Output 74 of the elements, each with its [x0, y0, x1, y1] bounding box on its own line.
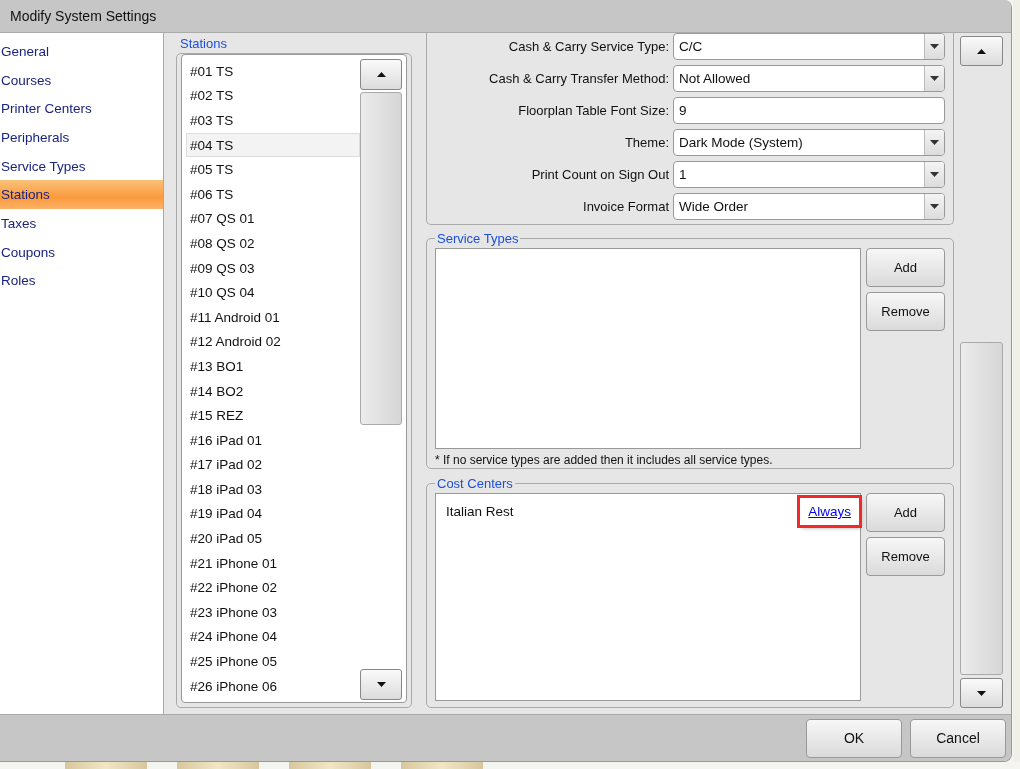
sidebar-item[interactable]: Stations	[0, 180, 163, 210]
station-item[interactable]: #21 iPhone 01	[186, 550, 360, 576]
sidebar-item[interactable]: Roles	[0, 266, 163, 296]
sidebar-item[interactable]: Coupons	[0, 237, 163, 267]
window-title: Modify System Settings	[10, 8, 157, 24]
dropdown[interactable]: Wide Order	[673, 193, 945, 220]
scroll-up-button[interactable]	[960, 36, 1003, 66]
station-item[interactable]: #10 QS 04	[186, 280, 360, 305]
field-label: Cash & Carry Service Type:	[507, 39, 670, 54]
remove-button[interactable]: Remove	[866, 537, 945, 576]
station-item[interactable]: #04 TS	[186, 132, 360, 158]
mode-link[interactable]: Always	[800, 498, 859, 525]
station-item[interactable]: #17 iPad 02	[186, 452, 360, 478]
station-item[interactable]: #19 iPad 04	[186, 501, 360, 527]
cost-center-list[interactable]: Italian Rest Always	[435, 493, 861, 701]
text-field[interactable]: 9	[673, 97, 945, 124]
station-item[interactable]: #06 TS	[186, 181, 360, 207]
remove-button[interactable]: Remove	[866, 292, 945, 331]
station-item[interactable]: #26 iPhone 06	[186, 673, 360, 699]
dropdown[interactable]: Not Allowed	[673, 65, 945, 92]
sidebar-item[interactable]: Printer Centers	[0, 94, 163, 124]
add-button[interactable]: Add	[866, 493, 945, 532]
scroll-up-button[interactable]	[360, 59, 402, 90]
field-label: Invoice Format	[582, 199, 670, 214]
scrollbar-thumb[interactable]	[360, 92, 402, 425]
sidebar-item[interactable]: Service Types	[0, 151, 163, 181]
caret-icon	[930, 44, 939, 49]
station-item[interactable]: #16 iPad 01	[186, 427, 360, 453]
add-button[interactable]: Add	[866, 248, 945, 287]
field-label: Theme:	[623, 135, 670, 150]
dropdown[interactable]: 1	[673, 161, 945, 188]
station-item[interactable]: #09 QS 03	[186, 255, 360, 281]
station-item[interactable]: #05 TS	[186, 157, 360, 182]
sidebar-item[interactable]: Peripherals	[0, 123, 163, 152]
station-item[interactable]: #15 REZ	[186, 403, 360, 428]
caret-icon	[930, 172, 939, 177]
down-triangle-icon	[977, 690, 986, 696]
field-label: Print Count on Sign Out	[530, 167, 670, 182]
station-item[interactable]: #07 QS 01	[186, 206, 360, 232]
caret-icon	[930, 204, 939, 209]
scrollbar-thumb[interactable]	[960, 342, 1003, 675]
station-item[interactable]: #03 TS	[186, 108, 360, 133]
station-item[interactable]: #20 iPad 05	[186, 526, 360, 551]
caret-icon	[930, 76, 939, 81]
sidebar-item[interactable]: General	[0, 37, 163, 66]
station-item[interactable]: #24 iPhone 04	[186, 624, 360, 650]
scroll-down-button[interactable]	[360, 669, 402, 700]
dropdown[interactable]: Dark Mode (System)	[673, 129, 945, 156]
note-text: * If no service types are added then it includes all service types.	[435, 453, 774, 467]
station-item[interactable]: #18 iPad 03	[186, 477, 360, 502]
cost-center-name: Italian Rest	[446, 504, 514, 521]
station-item[interactable]: #22 iPhone 02	[186, 575, 360, 601]
group-title: Stations	[179, 35, 228, 53]
station-item[interactable]: #01 TS	[186, 59, 360, 84]
down-triangle-icon	[376, 682, 386, 687]
ok-button[interactable]: OK	[806, 718, 902, 758]
field-label: Cash & Carry Transfer Method:	[488, 71, 670, 86]
dropdown[interactable]: C/C	[673, 33, 945, 60]
station-item[interactable]: #25 iPhone 05	[186, 649, 360, 674]
station-item[interactable]: #23 iPhone 03	[186, 600, 360, 625]
station-item[interactable]: #14 BO2	[186, 378, 360, 404]
station-item[interactable]: #12 Android 02	[186, 329, 360, 355]
caret-icon	[930, 140, 939, 145]
field-label: Floorplan Table Font Size:	[517, 103, 670, 118]
up-triangle-icon	[376, 72, 386, 77]
station-item[interactable]: #02 TS	[186, 83, 360, 109]
station-item[interactable]: #11 Android 01	[186, 304, 360, 330]
station-item[interactable]: #08 QS 02	[186, 231, 360, 256]
sidebar-item[interactable]: Courses	[0, 65, 163, 95]
up-triangle-icon	[977, 48, 986, 54]
cancel-button[interactable]: Cancel	[910, 718, 1006, 758]
scroll-down-button[interactable]	[960, 678, 1003, 708]
station-item[interactable]: #13 BO1	[186, 354, 360, 379]
sidebar-item[interactable]: Taxes	[0, 209, 163, 238]
